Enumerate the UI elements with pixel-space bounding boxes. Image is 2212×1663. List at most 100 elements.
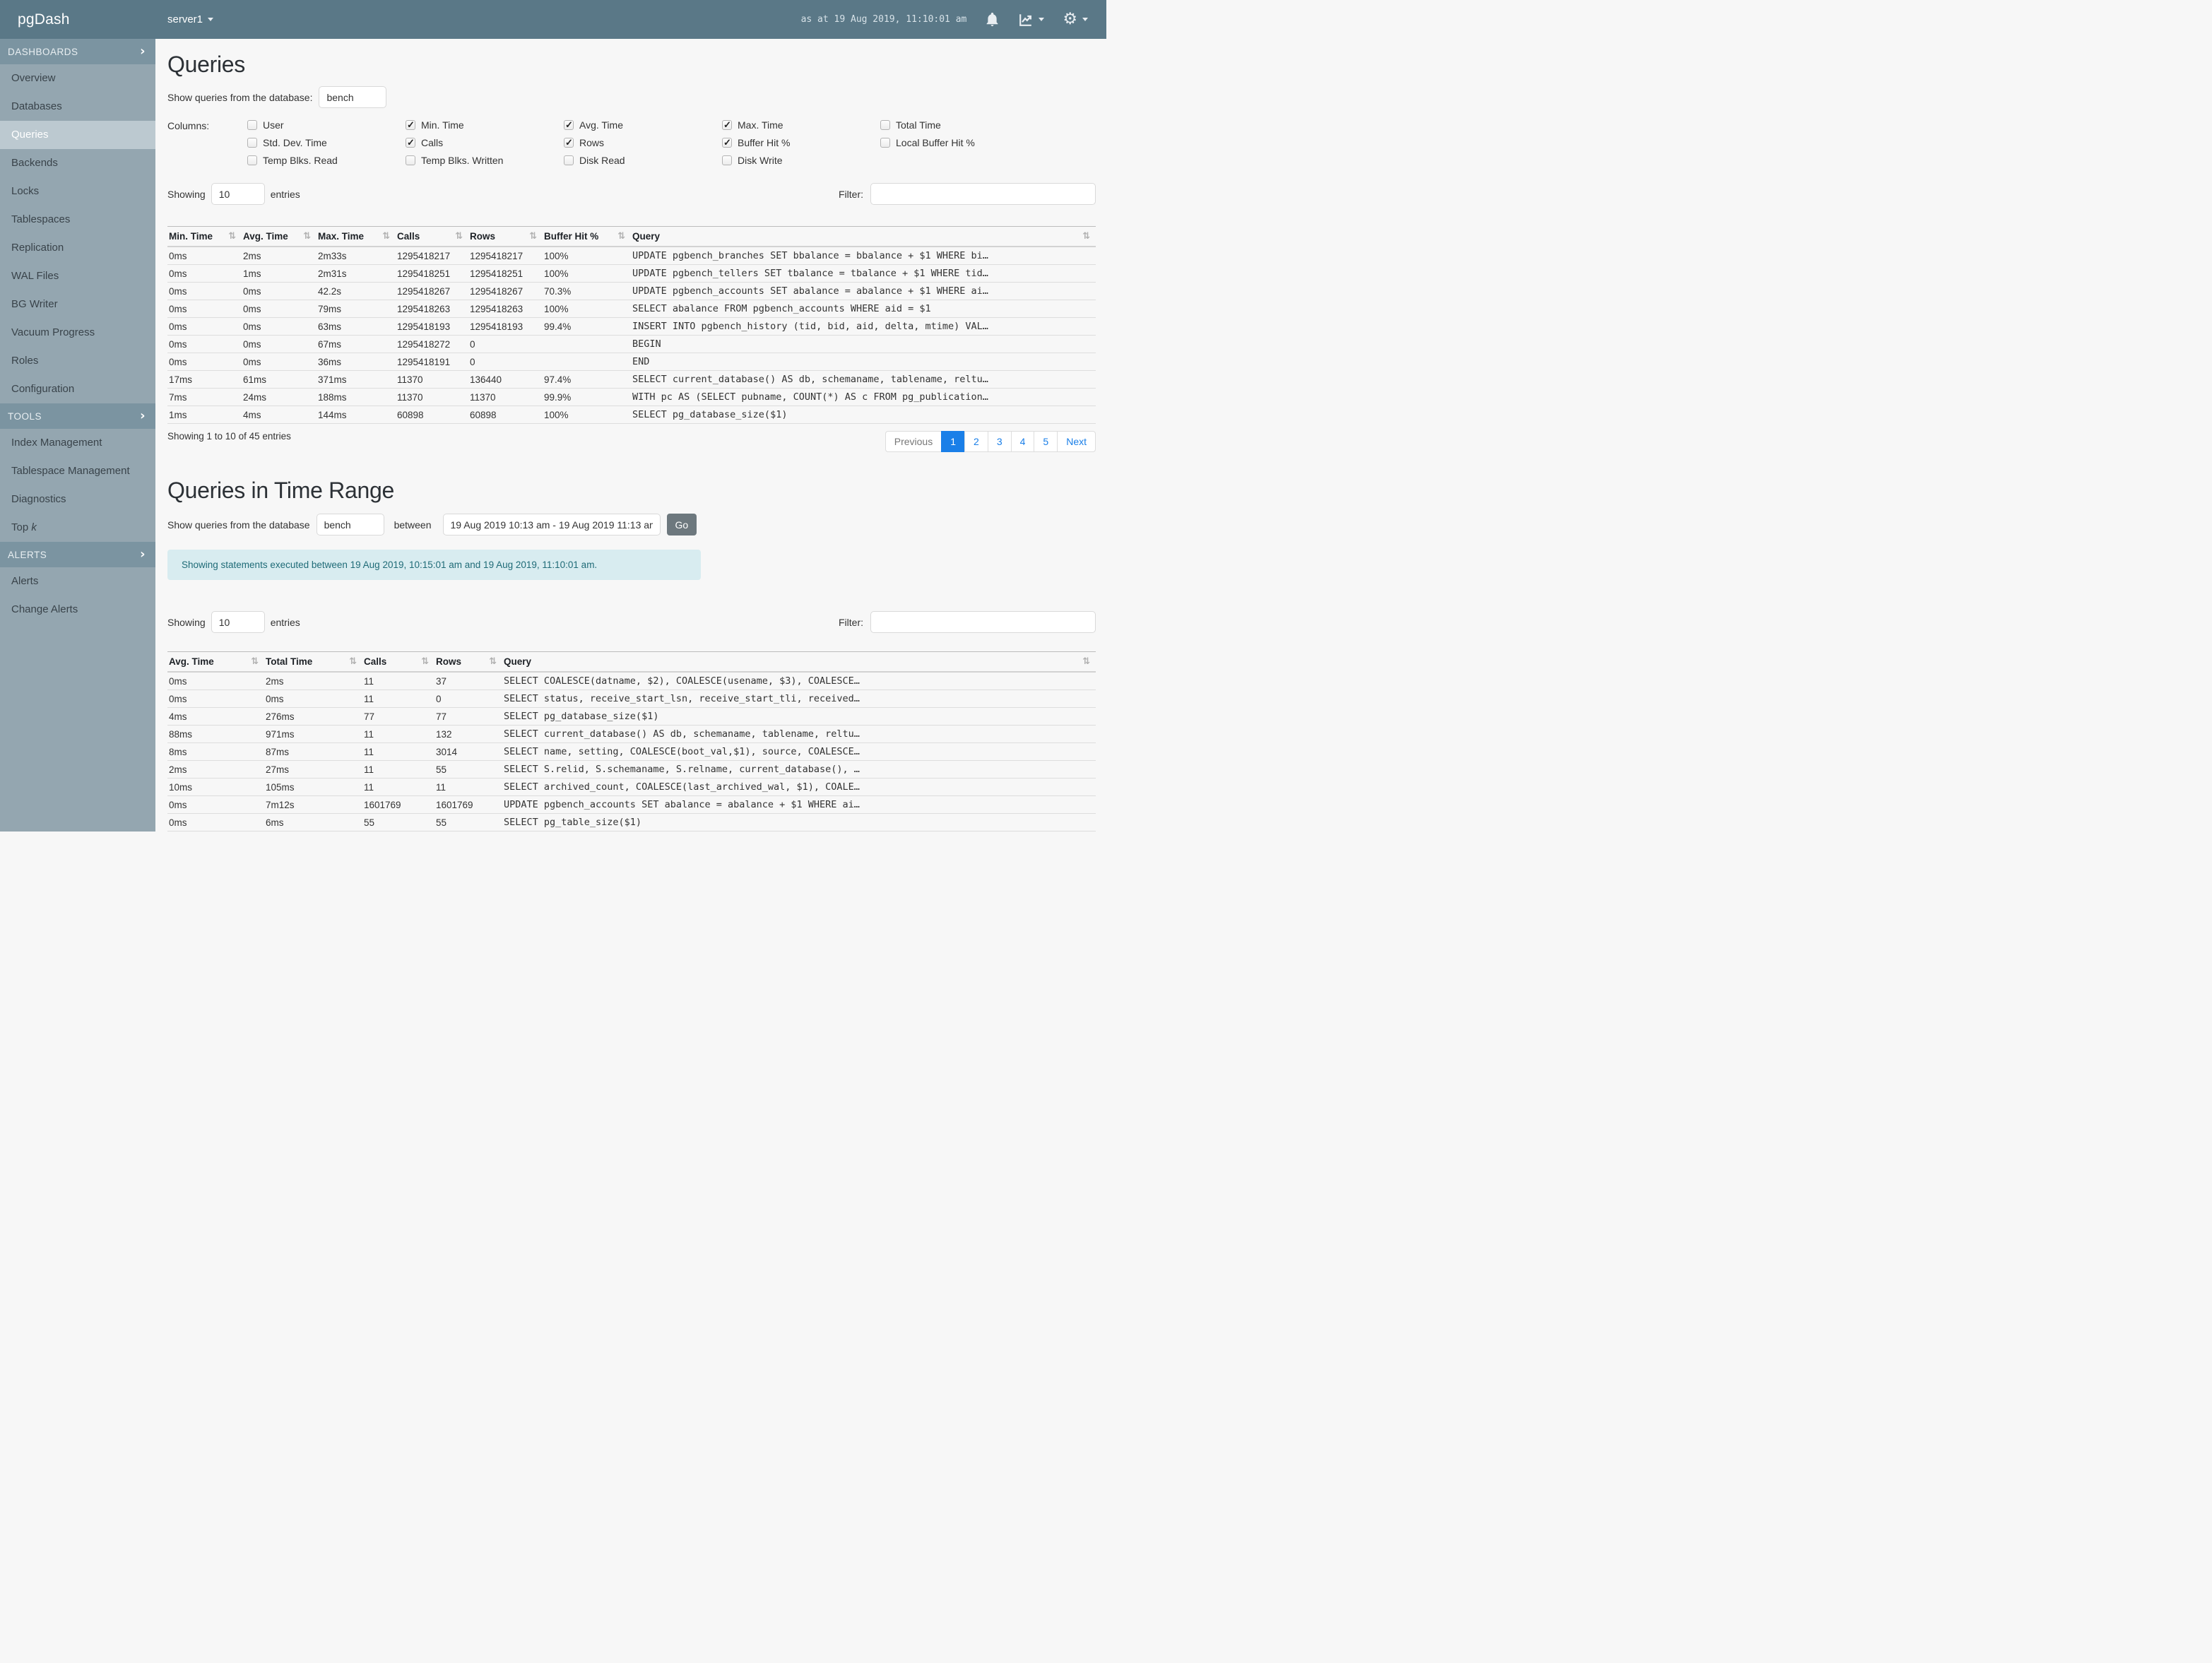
checkbox-box[interactable] [564, 137, 574, 148]
query-cell[interactable]: SELECT archived_count, COALESCE(last_arc… [502, 778, 1096, 796]
sidebar-item-backends[interactable]: Backends [0, 149, 155, 177]
entries-count-input[interactable] [211, 183, 265, 205]
sidebar-section-tools[interactable]: TOOLS › [0, 403, 155, 429]
sort-icon[interactable]: ⇅ [228, 231, 236, 242]
sidebar-item-alerts[interactable]: Alerts [0, 567, 155, 596]
column-header-total-time[interactable]: Total Time ⇅ [264, 651, 362, 673]
next-page-button[interactable]: Next [1057, 431, 1096, 452]
checkbox-user[interactable]: User [247, 119, 406, 131]
query-cell[interactable]: SELECT pg_database_size($1) [502, 707, 1096, 726]
sidebar-item-top-k[interactable]: Top k [0, 514, 155, 542]
checkbox-avg-time[interactable]: Avg. Time [564, 119, 722, 131]
query-cell[interactable]: SELECT abalance FROM pgbench_accounts WH… [631, 300, 1096, 318]
sidebar-item-diagnostics[interactable]: Diagnostics [0, 485, 155, 514]
checkbox-box[interactable] [247, 138, 257, 148]
sort-icon[interactable]: ⇅ [455, 231, 463, 242]
query-cell[interactable]: WITH pc AS (SELECT pubname, COUNT(*) AS … [631, 388, 1096, 406]
sidebar-item-queries[interactable]: Queries [0, 121, 155, 149]
column-header-min-time[interactable]: Min. Time ⇅ [167, 226, 242, 247]
checkbox-local-buffer-hit[interactable]: Local Buffer Hit % [880, 137, 1039, 148]
query-cell[interactable]: SELECT pg_database_size($1) [631, 406, 1096, 424]
page-button-5[interactable]: 5 [1034, 431, 1058, 452]
sort-icon[interactable]: ⇅ [251, 656, 259, 667]
go-button[interactable]: Go [666, 514, 697, 535]
sidebar-section-alerts[interactable]: ALERTS › [0, 542, 155, 567]
query-cell[interactable]: SELECT S.relid, S.schemaname, S.relname,… [502, 760, 1096, 779]
query-cell[interactable]: UPDATE pgbench_accounts SET abalance = a… [631, 282, 1096, 300]
checkbox-disk-write[interactable]: Disk Write [722, 155, 880, 166]
query-cell[interactable]: SELECT name, setting, COALESCE(boot_val,… [502, 742, 1096, 761]
page-button-4[interactable]: 4 [1010, 431, 1035, 452]
column-header-query[interactable]: Query ⇅ [631, 226, 1096, 247]
checkbox-calls[interactable]: Calls [406, 137, 564, 148]
sort-icon[interactable]: ⇅ [1082, 231, 1090, 242]
column-header-calls[interactable]: Calls ⇅ [362, 651, 434, 673]
query-cell[interactable]: SELECT current_database() AS db, scheman… [502, 725, 1096, 743]
checkbox-rows[interactable]: Rows [564, 137, 722, 148]
filter-input-2[interactable] [870, 611, 1096, 633]
page-button-3[interactable]: 3 [987, 431, 1012, 452]
server-selector[interactable]: server1 [167, 13, 214, 25]
query-cell[interactable]: INSERT INTO pgbench_history (tid, bid, a… [631, 317, 1096, 336]
app-logo[interactable]: pgDash [0, 11, 155, 28]
sidebar-item-tablespaces[interactable]: Tablespaces [0, 206, 155, 234]
query-cell[interactable]: UPDATE pgbench_tellers SET tbalance = tb… [631, 264, 1096, 283]
sort-icon[interactable]: ⇅ [349, 656, 357, 667]
sidebar-item-databases[interactable]: Databases [0, 93, 155, 121]
sort-icon[interactable]: ⇅ [529, 231, 537, 242]
checkbox-temp-blks-written[interactable]: Temp Blks. Written [406, 155, 564, 166]
sidebar-item-bg-writer[interactable]: BG Writer [0, 290, 155, 319]
checkbox-temp-blks-read[interactable]: Temp Blks. Read [247, 155, 406, 166]
sort-icon[interactable]: ⇅ [421, 656, 429, 667]
checkbox-total-time[interactable]: Total Time [880, 119, 1039, 131]
query-cell[interactable]: END [631, 353, 1096, 371]
checkbox-box[interactable] [722, 155, 732, 165]
query-cell[interactable]: SELECT current_database() AS db, scheman… [631, 370, 1096, 389]
checkbox-box[interactable] [564, 119, 574, 131]
sort-icon[interactable]: ⇅ [1082, 656, 1090, 667]
checkbox-box[interactable] [406, 119, 415, 131]
checkbox-box[interactable] [880, 120, 890, 130]
sidebar-item-wal-files[interactable]: WAL Files [0, 262, 155, 290]
query-cell[interactable]: UPDATE pgbench_accounts SET abalance = a… [502, 795, 1096, 814]
checkbox-box[interactable] [247, 120, 257, 130]
entries-count-input-2[interactable] [211, 611, 265, 633]
sidebar-item-overview[interactable]: Overview [0, 64, 155, 93]
previous-page-button[interactable]: Previous [885, 431, 942, 452]
checkbox-box[interactable] [722, 137, 732, 148]
settings-menu[interactable]: ⚙ [1063, 11, 1088, 28]
filter-input[interactable] [870, 183, 1096, 205]
checkbox-box[interactable] [722, 119, 732, 131]
query-cell[interactable]: UPDATE pgbench_branches SET bbalance = b… [631, 247, 1096, 265]
column-header-avg-time[interactable]: Avg. Time ⇅ [167, 651, 264, 673]
database-input-2[interactable] [316, 514, 384, 535]
checkbox-box[interactable] [880, 138, 890, 148]
database-input[interactable] [319, 86, 387, 108]
sidebar-item-tablespace-management[interactable]: Tablespace Management [0, 457, 155, 485]
notifications-button[interactable] [985, 12, 1000, 27]
sort-icon[interactable]: ⇅ [489, 656, 497, 667]
query-cell[interactable]: BEGIN [631, 335, 1096, 353]
column-header-avg-time[interactable]: Avg. Time ⇅ [242, 226, 317, 247]
sidebar-item-configuration[interactable]: Configuration [0, 375, 155, 403]
column-header-query[interactable]: Query ⇅ [502, 651, 1096, 673]
page-button-2[interactable]: 2 [964, 431, 988, 452]
sidebar-item-locks[interactable]: Locks [0, 177, 155, 206]
column-header-max-time[interactable]: Max. Time ⇅ [317, 226, 396, 247]
sort-icon[interactable]: ⇅ [303, 231, 311, 242]
column-header-rows[interactable]: Rows ⇅ [434, 651, 502, 673]
checkbox-box[interactable] [406, 155, 415, 165]
sidebar-item-replication[interactable]: Replication [0, 234, 155, 262]
sort-icon[interactable]: ⇅ [617, 231, 625, 242]
checkbox-min-time[interactable]: Min. Time [406, 119, 564, 131]
checkbox-box[interactable] [406, 137, 415, 148]
sort-icon[interactable]: ⇅ [382, 231, 390, 242]
sidebar-section-dashboards[interactable]: DASHBOARDS › [0, 39, 155, 64]
time-range-input[interactable] [442, 514, 661, 535]
sidebar-item-index-management[interactable]: Index Management [0, 429, 155, 457]
column-header-rows[interactable]: Rows ⇅ [468, 226, 543, 247]
page-button-1[interactable]: 1 [941, 431, 966, 452]
charts-menu[interactable] [1018, 12, 1045, 28]
checkbox-disk-read[interactable]: Disk Read [564, 155, 722, 166]
column-header-buffer-hit[interactable]: Buffer Hit % ⇅ [543, 226, 631, 247]
